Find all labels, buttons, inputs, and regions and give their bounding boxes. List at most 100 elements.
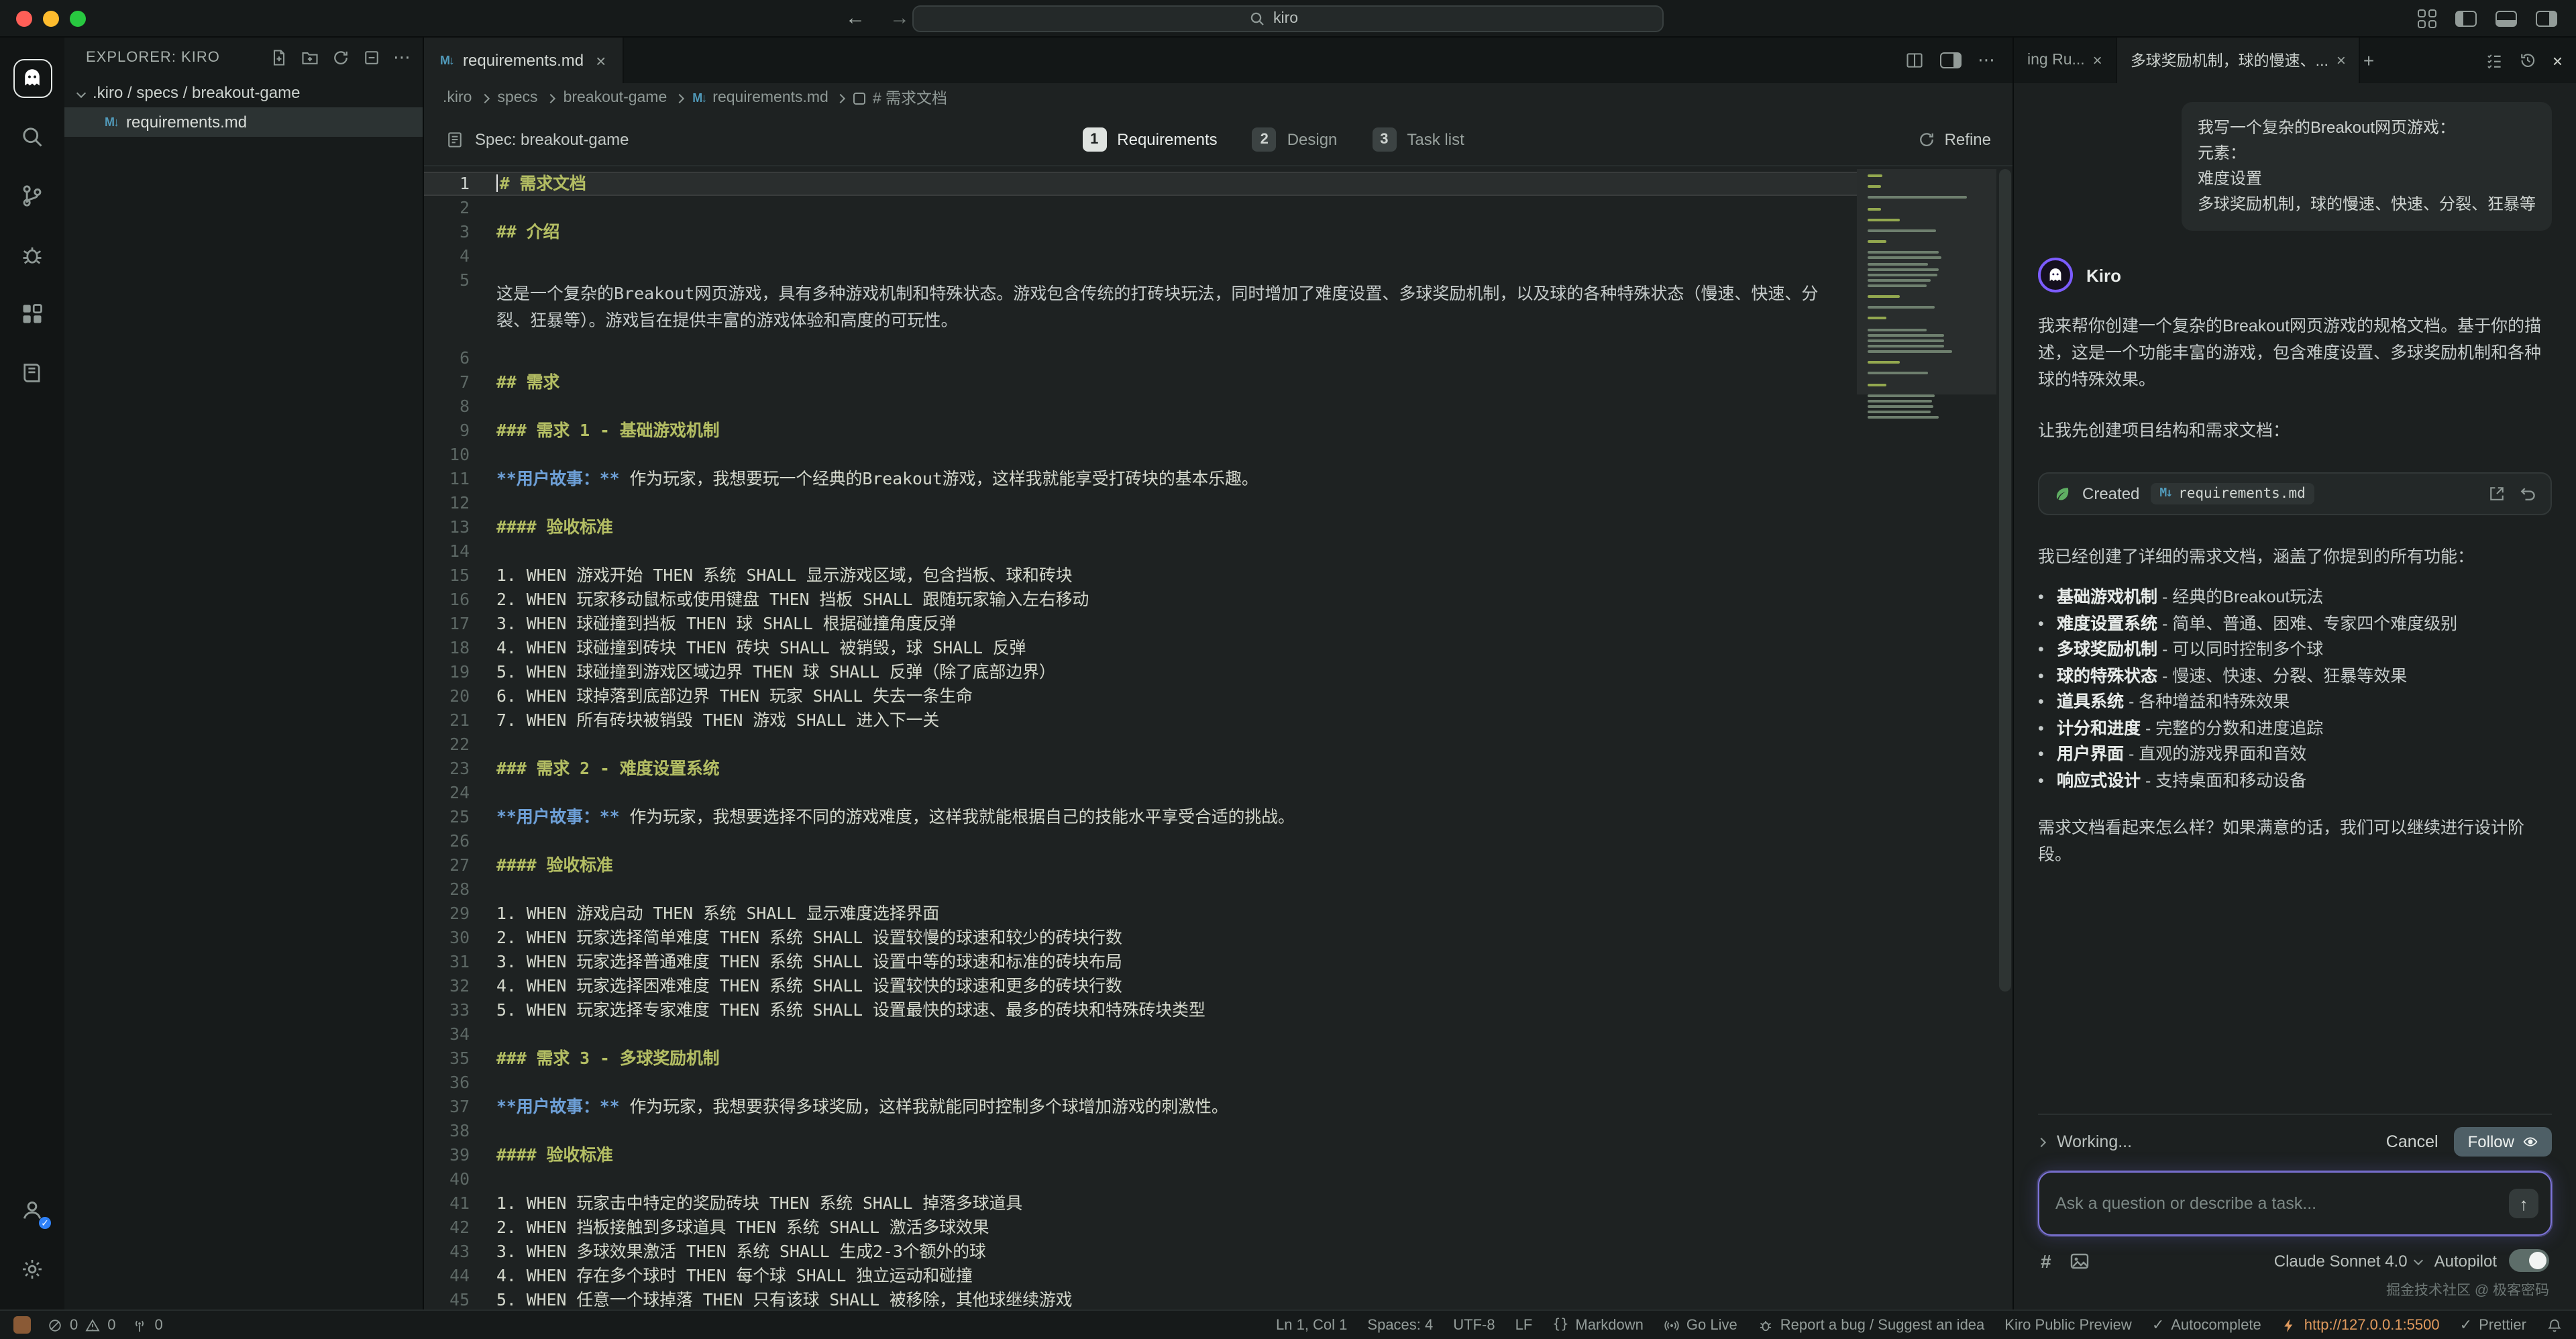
- code-line[interactable]: 411. WHEN 玩家击中特定的奖励砖块 THEN 系统 SHALL 掉落多球…: [424, 1191, 1857, 1216]
- breadcrumb-item[interactable]: M↓requirements.md: [692, 90, 828, 106]
- minimize-window-button[interactable]: [43, 10, 59, 26]
- refresh-icon[interactable]: [331, 48, 350, 67]
- editor-body[interactable]: 1# 需求文档23## 介绍45这是一个复杂的Breakout网页游戏，具有多种…: [424, 166, 2012, 1309]
- code-line[interactable]: 291. WHEN 游戏启动 THEN 系统 SHALL 显示难度选择界面: [424, 902, 1857, 926]
- chat-tab-1[interactable]: ing Ru... ×: [2014, 38, 2117, 83]
- chat-tab-2[interactable]: 多球奖励机制，球的慢速、... ×: [2117, 38, 2361, 83]
- code-line[interactable]: 12: [424, 491, 1857, 515]
- context-hash-button[interactable]: #: [2041, 1250, 2051, 1271]
- code-line[interactable]: 39#### 验收标准: [424, 1143, 1857, 1167]
- breadcrumb-item[interactable]: # 需求文档: [854, 87, 947, 109]
- status-cursor-position[interactable]: Ln 1, Col 1: [1276, 1317, 1347, 1333]
- cancel-button[interactable]: Cancel: [2386, 1132, 2438, 1151]
- status-report-bug[interactable]: Report a bug / Suggest an idea: [1758, 1317, 1985, 1333]
- tree-folder-breakout-game[interactable]: .kiro / specs / breakout-game: [64, 78, 423, 107]
- command-center-input[interactable]: [1273, 11, 1327, 27]
- code-line[interactable]: 302. WHEN 玩家选择简单难度 THEN 系统 SHALL 设置较慢的球速…: [424, 926, 1857, 950]
- code-line[interactable]: 162. WHEN 玩家移动鼠标或使用键盘 THEN 挡板 SHALL 跟随玩家…: [424, 588, 1857, 612]
- code-line[interactable]: 35### 需求 3 - 多球奖励机制: [424, 1047, 1857, 1071]
- back-button[interactable]: ←: [845, 7, 865, 30]
- open-file-icon[interactable]: [2487, 484, 2506, 503]
- customize-layout-icon[interactable]: [2418, 9, 2436, 28]
- code-line[interactable]: 444. WHEN 存在多个球时 THEN 每个球 SHALL 独立运动和碰撞: [424, 1264, 1857, 1288]
- activity-search[interactable]: [5, 107, 59, 166]
- chevron-right-icon[interactable]: [2037, 1137, 2046, 1146]
- toggle-panel-icon[interactable]: [2496, 10, 2517, 26]
- code-line[interactable]: 4: [424, 244, 1857, 268]
- breadcrumb-item[interactable]: breakout-game: [564, 90, 667, 106]
- new-chat-icon[interactable]: +: [2361, 50, 2377, 71]
- activity-source-control[interactable]: [5, 166, 59, 225]
- close-window-button[interactable]: [16, 10, 32, 26]
- code-line[interactable]: 1# 需求文档: [424, 172, 1857, 196]
- code-line[interactable]: 36: [424, 1071, 1857, 1095]
- created-file-chip[interactable]: M↓ requirements.md: [2150, 483, 2314, 504]
- activity-account[interactable]: ✓: [5, 1181, 59, 1240]
- code-line[interactable]: 217. WHEN 所有砖块被销毁 THEN 游戏 SHALL 进入下一关: [424, 708, 1857, 733]
- code-line[interactable]: 195. WHEN 球碰撞到游戏区域边界 THEN 球 SHALL 反弹（除了底…: [424, 660, 1857, 684]
- close-tab-icon[interactable]: ×: [596, 50, 606, 70]
- status-prettier[interactable]: ✓Prettier: [2460, 1316, 2526, 1334]
- code-line[interactable]: 25**用户故事：** 作为玩家，我想要选择不同的游戏难度，这样我就能根据自己的…: [424, 805, 1857, 829]
- activity-debug[interactable]: [5, 225, 59, 284]
- chat-input-box[interactable]: ↑: [2038, 1171, 2552, 1236]
- status-go-live[interactable]: Go Live: [1664, 1317, 1737, 1333]
- status-indentation[interactable]: Spaces: 4: [1367, 1317, 1433, 1333]
- step-design[interactable]: 2Design: [1252, 127, 1338, 151]
- code-line[interactable]: 422. WHEN 挡板接触到多球道具 THEN 系统 SHALL 激活多球效果: [424, 1216, 1857, 1240]
- new-file-icon[interactable]: [270, 48, 288, 67]
- code-line[interactable]: 40: [424, 1167, 1857, 1191]
- more-actions-icon[interactable]: ⋯: [1978, 50, 1996, 71]
- tree-file-requirements[interactable]: M↓ requirements.md: [64, 107, 423, 137]
- split-editor-icon[interactable]: [1905, 51, 1924, 70]
- close-tab-icon[interactable]: ×: [2337, 51, 2346, 70]
- collapse-all-icon[interactable]: [362, 48, 381, 67]
- code-line[interactable]: 37**用户故事：** 作为玩家，我想要获得多球奖励，这样我就能同时控制多个球增…: [424, 1095, 1857, 1119]
- code-line[interactable]: 184. WHEN 球碰撞到砖块 THEN 砖块 SHALL 被销毁，球 SHA…: [424, 636, 1857, 660]
- code-line[interactable]: 151. WHEN 游戏开始 THEN 系统 SHALL 显示游戏区域，包含挡板…: [424, 564, 1857, 588]
- chat-conversation[interactable]: 我写一个复杂的Breakout网页游戏：元素：难度设置多球奖励机制，球的慢速、快…: [2014, 83, 2576, 1114]
- status-problems[interactable]: 0 0: [47, 1317, 116, 1333]
- code-line[interactable]: 455. WHEN 任意一个球掉落 THEN 只有该球 SHALL 被移除，其他…: [424, 1288, 1857, 1309]
- code-line[interactable]: 9### 需求 1 - 基础游戏机制: [424, 419, 1857, 443]
- status-eol[interactable]: LF: [1515, 1317, 1533, 1333]
- scrollbar-thumb[interactable]: [1999, 169, 2011, 992]
- activity-extensions[interactable]: [5, 284, 59, 343]
- code-line[interactable]: 34: [424, 1022, 1857, 1047]
- code-lines[interactable]: 1# 需求文档23## 介绍45这是一个复杂的Breakout网页游戏，具有多种…: [424, 166, 1857, 1309]
- step-requirements[interactable]: 1Requirements: [1082, 127, 1217, 151]
- status-autocomplete[interactable]: ✓Autocomplete: [2152, 1316, 2261, 1334]
- status-ports[interactable]: 0: [132, 1317, 163, 1333]
- code-line[interactable]: 14: [424, 539, 1857, 564]
- code-line[interactable]: 22: [424, 733, 1857, 757]
- code-line[interactable]: 10: [424, 443, 1857, 467]
- code-line[interactable]: 8: [424, 394, 1857, 419]
- code-line[interactable]: 3## 介绍: [424, 220, 1857, 244]
- model-selector[interactable]: Claude Sonnet 4.0: [2274, 1251, 2422, 1270]
- chat-input[interactable]: [2055, 1194, 2497, 1213]
- command-center[interactable]: [912, 5, 1664, 32]
- code-line[interactable]: 28: [424, 877, 1857, 902]
- code-line[interactable]: 7## 需求: [424, 370, 1857, 394]
- code-line[interactable]: 27#### 验收标准: [424, 853, 1857, 877]
- close-panel-icon[interactable]: ×: [2553, 50, 2563, 70]
- step-task-list[interactable]: 3Task list: [1372, 127, 1464, 151]
- minimap[interactable]: [1857, 166, 1996, 1309]
- task-list-icon[interactable]: [2485, 51, 2504, 70]
- autopilot-toggle[interactable]: [2509, 1249, 2549, 1272]
- close-tab-icon[interactable]: ×: [2093, 51, 2102, 70]
- remote-indicator-icon[interactable]: [13, 1316, 31, 1334]
- activity-kiro[interactable]: [5, 48, 59, 107]
- editor-scrollbar[interactable]: [1996, 166, 2012, 1309]
- tab-requirements-md[interactable]: M↓ requirements.md ×: [424, 38, 623, 83]
- code-line[interactable]: 173. WHEN 球碰撞到挡板 THEN 球 SHALL 根据碰撞角度反弹: [424, 612, 1857, 636]
- toggle-sidebar-icon[interactable]: [2455, 10, 2477, 26]
- code-line[interactable]: 6: [424, 346, 1857, 370]
- attach-image-icon[interactable]: [2069, 1250, 2090, 1271]
- code-line[interactable]: 2: [424, 196, 1857, 220]
- code-line[interactable]: 324. WHEN 玩家选择困难难度 THEN 系统 SHALL 设置较快的球速…: [424, 974, 1857, 998]
- status-language[interactable]: {}Markdown: [1552, 1317, 1644, 1333]
- activity-settings[interactable]: [5, 1240, 59, 1299]
- created-artifact[interactable]: Created M↓ requirements.md: [2038, 472, 2552, 515]
- code-line[interactable]: 335. WHEN 玩家选择专家难度 THEN 系统 SHALL 设置最快的球速…: [424, 998, 1857, 1022]
